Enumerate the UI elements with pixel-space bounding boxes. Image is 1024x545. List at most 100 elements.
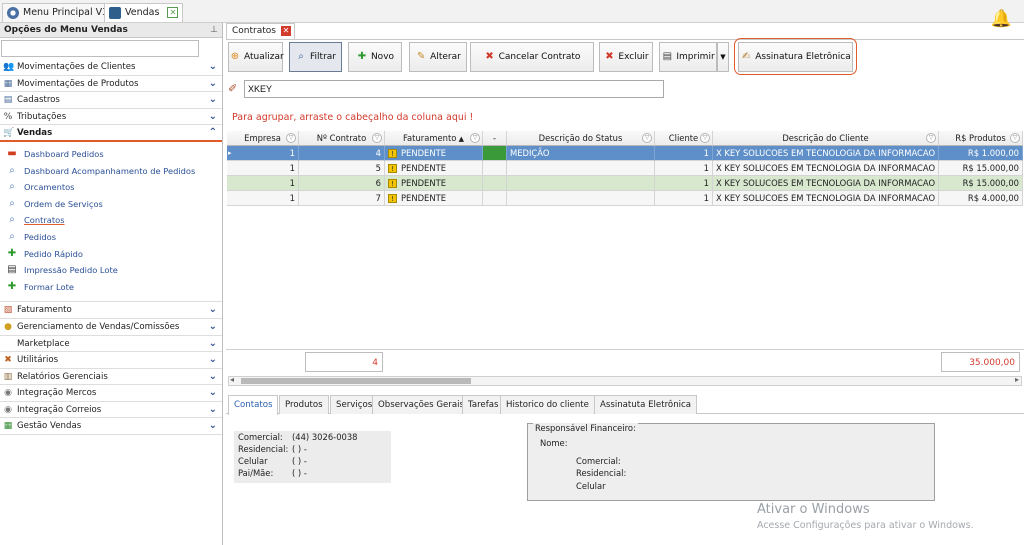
table-row[interactable]: 1 7! PENDENTE 1 X KEY SOLUCOES EM TECNOLOGIA… xyxy=(227,191,1024,206)
filtrar-button[interactable]: ⌕ Filtrar xyxy=(289,42,342,72)
chevron-down-icon[interactable]: ⌄ xyxy=(209,369,217,386)
menu-search-input[interactable] xyxy=(1,40,199,57)
sidebar-category-cadastros[interactable]: ▤ Cadastros ⌄ xyxy=(0,92,222,109)
sidebar-item-pedido-r-pido[interactable]: ✚ Pedido Rápido xyxy=(0,246,222,263)
tab-vendas[interactable]: Vendas ✕ xyxy=(104,3,184,22)
scroll-right-icon[interactable]: ▸ xyxy=(1015,375,1019,384)
chevron-down-icon[interactable]: ⌄ xyxy=(209,59,217,76)
column-filter-icon[interactable]: ▽ xyxy=(642,133,652,143)
column-header-label: Faturamento xyxy=(403,133,457,143)
search-input[interactable] xyxy=(244,80,664,98)
column-header[interactable]: Empresa ▽ xyxy=(227,131,299,146)
sidebar-category-gest-o-vendas[interactable]: ▦ Gestão Vendas ⌄ xyxy=(0,418,222,436)
sidebar-category-utilit-rios[interactable]: ✖ Utilitários ⌄ xyxy=(0,352,222,369)
tab-produtos[interactable]: Produtos xyxy=(279,395,329,414)
chevron-down-icon[interactable]: ⌄ xyxy=(209,402,217,419)
tab-observa-es-gerais[interactable]: Observações Gerais xyxy=(372,395,470,414)
column-header[interactable]: Descrição do Cliente ▽ xyxy=(713,131,939,146)
sidebar-item-ordem-de-servi-os[interactable]: ⌕ Ordem de Serviços xyxy=(0,196,222,213)
novo-button[interactable]: ✚ Novo xyxy=(348,42,402,72)
cell-value: PENDENTE xyxy=(401,178,447,188)
sidebar-category-relat-rios-gerenciais[interactable]: ▥ Relatórios Gerenciais ⌄ xyxy=(0,368,222,386)
column-filter-icon[interactable]: ▽ xyxy=(470,133,480,143)
cell-value: X KEY SOLUCOES EM TECNOLOGIA DA INFORMAC… xyxy=(716,178,939,188)
table-row[interactable]: ▸ 1 4! PENDENTE MEDIÇÃO 1 X KEY SOLUCOES EM TE… xyxy=(227,146,1024,161)
sidebar-category-vendas[interactable]: 🛒 Vendas ⌃ xyxy=(0,125,222,142)
column-filter-icon[interactable]: ▽ xyxy=(700,133,710,143)
chevron-down-icon[interactable]: ⌄ xyxy=(209,418,217,435)
chevron-down-icon[interactable]: ⌄ xyxy=(209,385,217,402)
close-icon[interactable]: ✕ xyxy=(280,26,291,36)
sidebar-category-movimenta-es-de-produtos[interactable]: ▦ Movimentações de Produtos ⌄ xyxy=(0,75,222,93)
excluir-button[interactable]: ✖ Excluir xyxy=(599,42,653,72)
cell-descricao: X KEY SOLUCOES EM TECNOLOGIA DA INFORMAC… xyxy=(713,191,939,206)
sidebar-item-impress-o-pedido-lote[interactable]: ▤ Impressão Pedido Lote xyxy=(0,262,222,279)
horizontal-scrollbar[interactable]: ◂ ▸ xyxy=(228,375,1022,386)
clients-move-icon: 👥 xyxy=(3,62,15,72)
chevron-up-icon[interactable]: ⌃ xyxy=(209,125,217,142)
sidebar-category-movimenta-es-de-clientes[interactable]: 👥 Movimentações de Clientes ⌄ xyxy=(0,59,222,76)
tab-assinatuta-eletr-nica[interactable]: Assinatuta Eletrônica xyxy=(594,395,698,414)
integration-icon: ◉ xyxy=(4,388,12,399)
column-filter-icon[interactable]: ▽ xyxy=(1010,133,1020,143)
search-icon: ⌕ xyxy=(9,181,15,193)
chevron-down-icon[interactable]: ⌄ xyxy=(209,319,217,336)
sidebar-item-formar-lote[interactable]: ✚ Formar Lote xyxy=(0,279,222,296)
sidebar-item-dashboard-acompanhamento-de-pedidos[interactable]: ⌕ Dashboard Acompanhamento de Pedidos xyxy=(0,163,222,180)
chevron-down-icon: ▼ xyxy=(720,53,726,61)
sidebar-category-tributa-es[interactable]: % Tributações ⌄ xyxy=(0,108,222,126)
contacts-box: Comercial: (44) 3026-0038 Residencial:( ) … xyxy=(234,431,391,483)
column-header[interactable]: Cliente ▽ xyxy=(655,131,713,146)
table-row[interactable]: 1 6! PENDENTE 1 X KEY SOLUCOES EM TECNOLOGIA… xyxy=(227,176,1024,191)
sidebar-category-gerenciamento-de-vendas-comiss-es[interactable]: ● Gerenciamento de Vendas/Comissões ⌄ xyxy=(0,318,222,336)
column-filter-icon[interactable]: ▽ xyxy=(372,133,382,143)
column-filter-icon[interactable]: ▽ xyxy=(286,133,296,143)
tab-contatos[interactable]: Contatos xyxy=(228,395,279,415)
scroll-left-icon[interactable]: ◂ xyxy=(230,375,234,384)
tab-servi-os[interactable]: Serviços xyxy=(330,395,379,414)
sidebar-item-orcamentos[interactable]: ⌕ Orcamentos xyxy=(0,179,222,196)
column-header[interactable]: Descrição do Status ▽ xyxy=(507,131,655,146)
column-header[interactable]: R$ Produtos ▽ xyxy=(939,131,1023,146)
contact-row: Comercial: (44) 3026-0038 xyxy=(234,431,391,443)
delete-icon: ✖ xyxy=(605,50,614,62)
divider xyxy=(226,39,1024,40)
scroll-thumb[interactable] xyxy=(241,378,471,384)
cell-value: PENDENTE xyxy=(401,148,447,158)
sidebar-category-integra-o-mercos[interactable]: ◉ Integração Mercos ⌄ xyxy=(0,385,222,402)
chevron-down-icon[interactable]: ⌄ xyxy=(209,109,217,126)
chevron-down-icon[interactable]: ⌄ xyxy=(209,302,217,319)
eraser-icon[interactable]: ✐ xyxy=(228,82,242,96)
pin-icon[interactable]: ⊥ xyxy=(210,23,218,38)
tab-tarefas[interactable]: Tarefas xyxy=(462,395,505,414)
column-filter-icon[interactable]: ▽ xyxy=(926,133,936,143)
chevron-down-icon[interactable]: ⌄ xyxy=(209,336,217,353)
imprimir-button[interactable]: ▤ Imprimir xyxy=(659,42,717,72)
sidebar-category-label: Integração Correios xyxy=(17,404,102,415)
table-row[interactable]: 1 5! PENDENTE 1 X KEY SOLUCOES EM TECNOLOGIA… xyxy=(227,161,1024,176)
cell-value: X KEY SOLUCOES EM TECNOLOGIA DA INFORMAC… xyxy=(716,193,939,203)
contact-value: ( ) - xyxy=(292,444,307,454)
chevron-down-icon[interactable]: ⌄ xyxy=(209,352,217,369)
tab-contratos[interactable]: Contratos ✕ xyxy=(226,23,295,39)
tab-historico-do-cliente[interactable]: Historico do cliente xyxy=(500,395,595,414)
sidebar-item-dashboard-pedidos[interactable]: ▬ Dashboard Pedidos xyxy=(0,146,222,163)
tab-menu-principal[interactable]: Menu Principal V3 xyxy=(2,3,114,22)
cancelar-contrato-button[interactable]: ✖ Cancelar Contrato xyxy=(470,42,594,72)
sidebar-category-integra-o-correios[interactable]: ◉ Integração Correios ⌄ xyxy=(0,401,222,419)
chevron-down-icon[interactable]: ⌄ xyxy=(209,76,217,93)
sidebar-category-marketplace[interactable]: Marketplace ⌄ xyxy=(0,335,222,353)
column-header[interactable]: Nº Contrato ▽ xyxy=(299,131,385,146)
imprimir-dropdown-button[interactable]: ▼ xyxy=(717,42,729,72)
sidebar-category-label: Relatórios Gerenciais xyxy=(17,371,108,382)
column-header[interactable]: Faturamento ▲ ▽ xyxy=(385,131,483,146)
bell-icon[interactable]: 🔔 xyxy=(991,9,1012,29)
atualizar-button[interactable]: ⊕ Atualizar xyxy=(228,42,284,72)
sidebar-item-contratos[interactable]: ⌕ Contratos xyxy=(0,212,222,229)
alterar-button[interactable]: ✎ Alterar xyxy=(409,42,467,72)
sidebar-category-faturamento[interactable]: ▧ Faturamento ⌄ xyxy=(0,302,222,319)
sidebar-item-pedidos[interactable]: ⌕ Pedidos xyxy=(0,229,222,246)
column-header[interactable]: - xyxy=(483,131,507,146)
chevron-down-icon[interactable]: ⌄ xyxy=(209,92,217,109)
close-icon[interactable]: ✕ xyxy=(167,7,179,18)
